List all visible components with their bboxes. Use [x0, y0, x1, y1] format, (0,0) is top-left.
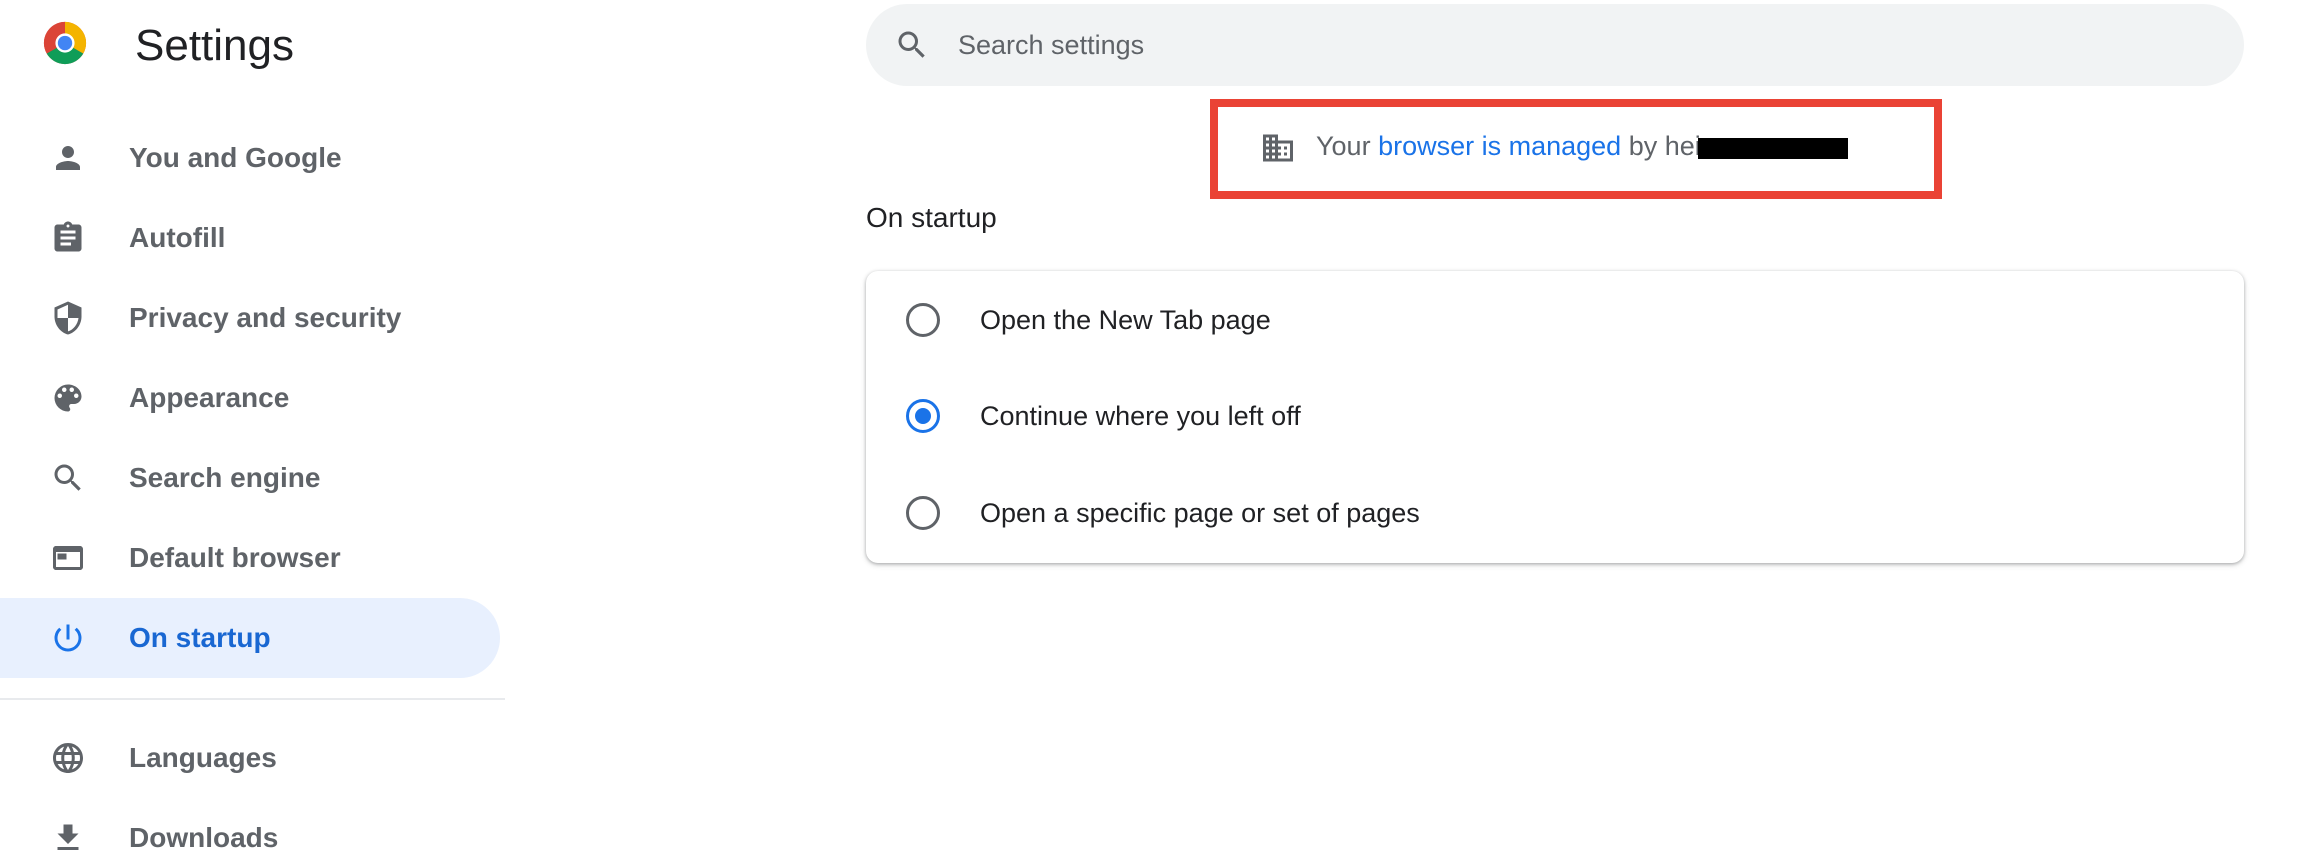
- sidebar-item-label: You and Google: [129, 142, 342, 173]
- sidebar-divider: [0, 698, 505, 700]
- redaction-bar: [1698, 138, 1848, 159]
- building-icon: [1258, 128, 1298, 168]
- sidebar-item-autofill[interactable]: Autofill: [0, 198, 500, 278]
- startup-options-card: Open the New Tab page Continue where you…: [866, 271, 2244, 563]
- browser-managed-link[interactable]: browser is managed: [1378, 131, 1621, 161]
- sidebar: You and Google Autofill Privacy and secu…: [0, 0, 510, 864]
- option-label: Continue where you left off: [980, 401, 1301, 431]
- radio-button-checked[interactable]: [906, 399, 940, 433]
- managed-prefix: Your: [1316, 131, 1379, 161]
- person-icon: [48, 138, 88, 178]
- clipboard-icon: [48, 218, 88, 258]
- sidebar-item-label: Downloads: [129, 822, 279, 853]
- search-bar[interactable]: [866, 4, 2244, 86]
- startup-option-continue[interactable]: Continue where you left off: [866, 368, 2244, 464]
- radio-button[interactable]: [906, 496, 940, 530]
- sidebar-item-label: Default browser: [129, 542, 341, 573]
- managed-notice: Your browser is managed by heis: [1316, 129, 1714, 163]
- startup-option-new-tab[interactable]: Open the New Tab page: [866, 272, 2244, 368]
- option-label: Open the New Tab page: [980, 305, 1271, 335]
- search-input[interactable]: [958, 20, 2198, 70]
- sidebar-item-languages[interactable]: Languages: [0, 718, 500, 798]
- sidebar-item-label: Privacy and security: [129, 302, 402, 333]
- sidebar-item-label: Search engine: [129, 462, 321, 493]
- startup-option-specific-pages[interactable]: Open a specific page or set of pages: [866, 465, 2244, 561]
- globe-icon: [48, 738, 88, 778]
- sidebar-item-label: Autofill: [129, 222, 226, 253]
- shield-icon: [48, 298, 88, 338]
- sidebar-item-on-startup[interactable]: On startup: [0, 598, 500, 678]
- radio-button[interactable]: [906, 303, 940, 337]
- sidebar-item-privacy-and-security[interactable]: Privacy and security: [0, 278, 500, 358]
- browser-window-icon: [48, 538, 88, 578]
- download-icon: [48, 818, 88, 858]
- search-icon: [48, 458, 88, 498]
- sidebar-item-default-browser[interactable]: Default browser: [0, 518, 500, 598]
- sidebar-item-downloads[interactable]: Downloads: [0, 798, 500, 864]
- settings-page: Settings You and Google Autofill Privacy…: [0, 0, 2316, 864]
- power-icon: [48, 618, 88, 658]
- sidebar-item-search-engine[interactable]: Search engine: [0, 438, 500, 518]
- sidebar-item-label: On startup: [129, 622, 271, 653]
- option-label: Open a specific page or set of pages: [980, 498, 1420, 528]
- sidebar-item-label: Languages: [129, 742, 277, 773]
- palette-icon: [48, 378, 88, 418]
- search-icon: [892, 25, 932, 65]
- sidebar-item-appearance[interactable]: Appearance: [0, 358, 500, 438]
- sidebar-item-you-and-google[interactable]: You and Google: [0, 118, 500, 198]
- sidebar-item-label: Appearance: [129, 382, 290, 413]
- section-title: On startup: [866, 202, 997, 233]
